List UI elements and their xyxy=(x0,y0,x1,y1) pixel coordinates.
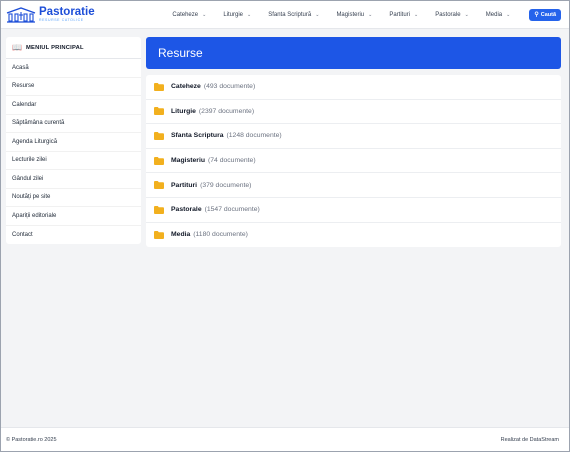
folder-name: Cateheze xyxy=(171,83,201,91)
sidebar-header: 📖 MENIUL PRINCIPAL xyxy=(6,37,141,59)
folder-row-pastorale[interactable]: Pastorale (1547 documente) xyxy=(146,198,561,223)
top-navbar: Pastoratie Resurse catolice Cateheze ⌄ Li… xyxy=(1,1,569,29)
folder-name: Media xyxy=(171,231,191,239)
sidebar-item-label: Contact xyxy=(12,231,33,238)
nav-label: Liturgie xyxy=(223,11,243,18)
brand-title: Pastoratie xyxy=(39,5,95,18)
nav-label: Sfanta Scriptură xyxy=(268,11,312,18)
folder-name: Magisteriu xyxy=(171,157,205,165)
sidebar-title: MENIUL PRINCIPAL xyxy=(25,44,84,51)
search-button-label: Caută xyxy=(540,11,556,18)
book-icon: 📖 xyxy=(12,43,22,52)
nav-item-media[interactable]: Media ⌄ xyxy=(486,12,511,18)
folder-row-partituri[interactable]: Partituri (379 documente) xyxy=(146,173,561,198)
page-title: Resurse xyxy=(158,46,203,60)
chevron-down-icon: ⌄ xyxy=(414,11,419,18)
chevron-down-icon: ⌄ xyxy=(247,11,252,18)
nav-label: Magisteriu xyxy=(336,11,365,18)
nav-item-liturgie[interactable]: Liturgie ⌄ xyxy=(223,12,251,18)
page-header: Resurse xyxy=(146,37,561,69)
chevron-down-icon: ⌄ xyxy=(506,11,511,18)
chevron-down-icon: ⌄ xyxy=(368,11,373,18)
footer-credits-link[interactable]: Realizat de DataStream xyxy=(501,437,559,443)
sidebar-item-label: Calendar xyxy=(12,101,37,108)
sidebar-item-acasa[interactable]: Acasă xyxy=(6,59,141,78)
folder-count: (493 documente) xyxy=(203,83,256,91)
chevron-down-icon: ⌄ xyxy=(315,11,320,18)
folder-count: (1547 documente) xyxy=(204,206,260,214)
sidebar-item-label: Gândul zilei xyxy=(12,175,44,182)
nav-label: Pastorale xyxy=(435,11,461,18)
folder-row-media[interactable]: Media (1180 documente) xyxy=(146,223,561,248)
chevron-down-icon: ⌄ xyxy=(202,11,207,18)
folder-count: (74 documente) xyxy=(208,157,256,165)
folder-icon xyxy=(154,156,164,165)
sidebar-item-label: Lecturile zilei xyxy=(12,157,47,164)
sidebar-item-contact[interactable]: Contact xyxy=(6,226,141,245)
sidebar-item-label: Acasă xyxy=(12,64,29,71)
sidebar-item-gandul-zilei[interactable]: Gândul zilei xyxy=(6,170,141,189)
folder-icon xyxy=(154,230,164,239)
folder-name: Pastorale xyxy=(171,206,202,214)
folder-count: (2397 documente) xyxy=(198,107,255,115)
folder-row-cateheze[interactable]: Cateheze (493 documente) xyxy=(146,75,561,100)
site-footer: © Pastoratie.ro 2025 Realizat de DataStr… xyxy=(1,427,569,451)
nav-item-partituri[interactable]: Partituri ⌄ xyxy=(389,12,418,18)
folder-count: (1180 documente) xyxy=(193,231,248,239)
sidebar-item-aparitii-editoriale[interactable]: Apariții editoriale xyxy=(6,207,141,226)
folder-icon xyxy=(154,181,164,190)
sidebar-item-label: Noutăți pe site xyxy=(12,194,51,201)
folder-icon xyxy=(154,82,164,91)
site-logo[interactable]: Pastoratie Resurse catolice xyxy=(6,5,95,23)
nav-label: Cateheze xyxy=(172,11,199,18)
sidebar-item-calendar[interactable]: Calendar xyxy=(6,96,141,115)
main-nav: Cateheze ⌄ Liturgie ⌄ Sfanta Scriptură ⌄ Ma… xyxy=(172,12,527,18)
folder-name: Partituri xyxy=(171,181,198,189)
folder-name: Liturgie xyxy=(171,107,196,115)
sidebar-item-label: Apariții editoriale xyxy=(12,212,57,219)
sidebar-item-saptamana-curenta[interactable]: Săptămâna curentă xyxy=(6,115,141,133)
folder-icon xyxy=(154,107,164,116)
brand-subtitle: Resurse catolice xyxy=(39,18,84,22)
sidebar-item-label: Agenda Liturgică xyxy=(12,138,58,145)
church-logo-icon xyxy=(6,6,36,23)
folder-row-sfanta-scriptura[interactable]: Sfanta Scriptura (1248 documente) xyxy=(146,124,561,149)
nav-label: Partituri xyxy=(389,11,410,18)
folder-name: Sfanta Scriptura xyxy=(171,132,224,140)
folder-count: (379 documente) xyxy=(200,181,252,189)
folder-row-magisteriu[interactable]: Magisteriu (74 documente) xyxy=(146,149,561,174)
search-button[interactable]: ⚲ Caută xyxy=(529,8,561,21)
chevron-down-icon: ⌄ xyxy=(464,11,469,18)
folder-icon xyxy=(154,205,164,214)
footer-copyright: © Pastoratie.ro 2025 xyxy=(6,436,57,443)
nav-item-magisteriu[interactable]: Magisteriu ⌄ xyxy=(336,12,372,18)
sidebar-item-lecturile-zilei[interactable]: Lecturile zilei xyxy=(6,152,141,170)
folder-count: (1248 documente) xyxy=(226,132,282,140)
folder-row-liturgie[interactable]: Liturgie (2397 documente) xyxy=(146,100,561,125)
sidebar-item-agenda-liturgica[interactable]: Agenda Liturgică xyxy=(6,133,141,152)
folder-icon xyxy=(154,131,164,140)
search-icon: ⚲ xyxy=(534,12,539,18)
main-menu-sidebar: 📖 MENIUL PRINCIPAL Acasă Resurse Calenda… xyxy=(6,37,141,244)
nav-item-sfanta-scriptura[interactable]: Sfanta Scriptură ⌄ xyxy=(268,12,319,18)
nav-item-pastorale[interactable]: Pastorale ⌄ xyxy=(435,12,469,18)
sidebar-item-resurse[interactable]: Resurse xyxy=(6,78,141,96)
nav-label: Media xyxy=(485,11,503,18)
folder-list: Cateheze (493 documente) Liturgie (2397 … xyxy=(146,75,561,248)
sidebar-item-noutati[interactable]: Noutăți pe site xyxy=(6,189,141,207)
sidebar-item-label: Resurse xyxy=(12,83,35,90)
main-content: Resurse Cateheze (493 documente) Liturgi… xyxy=(146,37,561,248)
nav-item-cateheze[interactable]: Cateheze ⌄ xyxy=(172,12,206,18)
sidebar-item-label: Săptămâna curentă xyxy=(12,120,65,127)
